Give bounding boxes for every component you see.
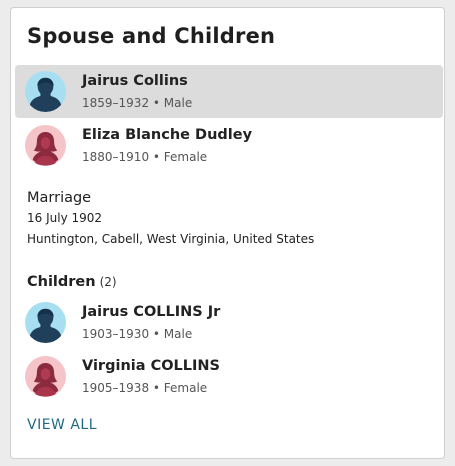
person-name: Virginia COLLINS [82,358,220,374]
person-name: Jairus COLLINS Jr [82,304,221,320]
children-count: (2) [99,275,117,289]
person-lifespan-sex: 1903–1930 • Male [82,327,193,341]
marriage-place: Huntington, Cabell, West Virginia, Unite… [27,232,315,246]
person-row-virginia-collins[interactable]: Virginia COLLINS 1905–1938 • Female [15,350,443,403]
section-title: Spouse and Children [27,24,276,48]
person-row-jairus-collins-jr[interactable]: Jairus COLLINS Jr 1903–1930 • Male [15,296,443,349]
person-name: Jairus Collins [82,73,188,89]
person-lifespan-sex: 1905–1938 • Female [82,381,208,395]
female-avatar-icon [25,125,66,166]
spouse-and-children-card: Spouse and Children Jairus Collins 1859–… [10,7,445,459]
view-all-link[interactable]: VIEW ALL [27,417,97,433]
male-avatar-icon [25,302,66,343]
marriage-label: Marriage [27,190,92,206]
person-lifespan-sex: 1859–1932 • Male [82,96,193,110]
person-row-jairus-collins[interactable]: Jairus Collins 1859–1932 • Male [15,65,443,118]
person-lifespan-sex: 1880–1910 • Female [82,150,208,164]
female-avatar-icon [25,356,66,397]
children-heading: Children (2) [27,271,117,290]
person-row-eliza-blanche-dudley[interactable]: Eliza Blanche Dudley 1880–1910 • Female [15,119,443,172]
male-avatar-icon [25,71,66,112]
children-label: Children [27,274,96,290]
person-name: Eliza Blanche Dudley [82,127,253,143]
marriage-date: 16 July 1902 [27,211,103,225]
